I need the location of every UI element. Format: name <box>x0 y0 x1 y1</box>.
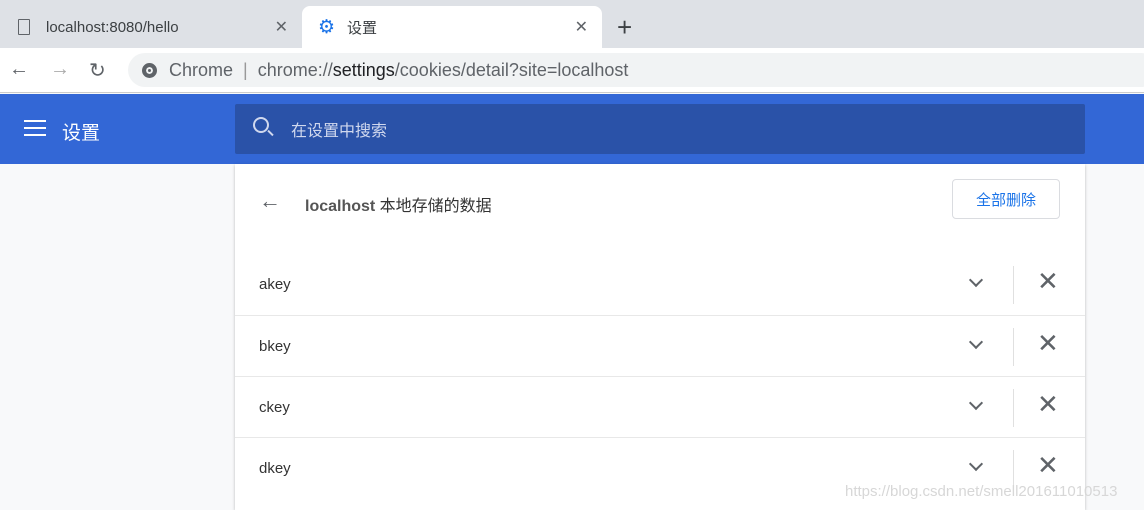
close-tab-icon[interactable]: ✕ <box>575 17 588 37</box>
menu-icon[interactable] <box>24 120 46 141</box>
chevron-down-icon[interactable] <box>968 272 984 288</box>
back-icon[interactable]: ← <box>9 58 29 81</box>
chevron-down-icon[interactable] <box>968 456 984 472</box>
reload-icon[interactable]: ↻ <box>89 58 106 83</box>
back-arrow-icon[interactable]: ← <box>259 188 281 214</box>
close-icon[interactable]: ✕ <box>1037 391 1059 417</box>
tab-hello[interactable]: localhost:8080/hello ✕ <box>0 6 302 48</box>
chrome-chip: Chrome <box>169 59 234 80</box>
new-tab-button[interactable]: + <box>617 12 632 43</box>
search-input[interactable]: 在设置中搜索 <box>235 104 1085 154</box>
storage-item[interactable]: akey ✕ <box>235 254 1085 315</box>
close-icon[interactable]: ✕ <box>1037 452 1059 478</box>
item-key: bkey <box>259 337 291 355</box>
settings-header: 设置 在设置中搜索 <box>0 94 1144 164</box>
url-host: settings <box>332 59 395 80</box>
tab-settings[interactable]: ⚙ 设置 ✕ <box>302 6 602 48</box>
card-title: localhost 本地存储的数据 <box>305 198 492 215</box>
close-icon[interactable]: ✕ <box>1037 330 1059 356</box>
url-rest: /cookies/detail?site=localhost <box>394 59 629 80</box>
close-icon[interactable]: ✕ <box>1037 268 1059 294</box>
document-icon <box>18 19 30 35</box>
close-tab-icon[interactable]: ✕ <box>275 17 288 37</box>
search-icon <box>253 117 269 133</box>
item-key: ckey <box>259 398 290 416</box>
forward-icon[interactable]: → <box>50 58 70 81</box>
divider <box>1013 389 1014 427</box>
chevron-down-icon[interactable] <box>968 334 984 350</box>
tab-strip: localhost:8080/hello ✕ ⚙ 设置 ✕ + <box>0 0 1144 48</box>
toolbar: ← → ↻ Chrome | chrome://settings/cookies… <box>0 48 1144 93</box>
chrome-icon <box>142 62 157 78</box>
delete-all-button[interactable]: 全部删除 <box>952 179 1060 219</box>
divider: | <box>243 59 248 80</box>
divider <box>1013 328 1014 366</box>
storage-item[interactable]: bkey ✕ <box>235 315 1085 376</box>
tab-label: 设置 <box>347 19 378 37</box>
site-data-card: ← localhost 本地存储的数据 全部删除 akey ✕ bkey ✕ cke… <box>235 164 1085 510</box>
address-bar[interactable]: Chrome | chrome://settings/cookies/detai… <box>128 53 1144 87</box>
search-placeholder: 在设置中搜索 <box>291 123 388 140</box>
tab-label: localhost:8080/hello <box>46 18 179 36</box>
item-key: dkey <box>259 459 291 477</box>
watermark: https://blog.csdn.net/smell201611010513 <box>845 483 1118 500</box>
chevron-down-icon[interactable] <box>968 395 984 411</box>
page-title: 设置 <box>62 123 101 144</box>
item-key: akey <box>259 276 291 293</box>
divider <box>1013 266 1014 304</box>
url-prefix: chrome:// <box>257 59 333 80</box>
gear-icon: ⚙ <box>318 16 336 38</box>
storage-item[interactable]: ckey ✕ <box>235 376 1085 437</box>
